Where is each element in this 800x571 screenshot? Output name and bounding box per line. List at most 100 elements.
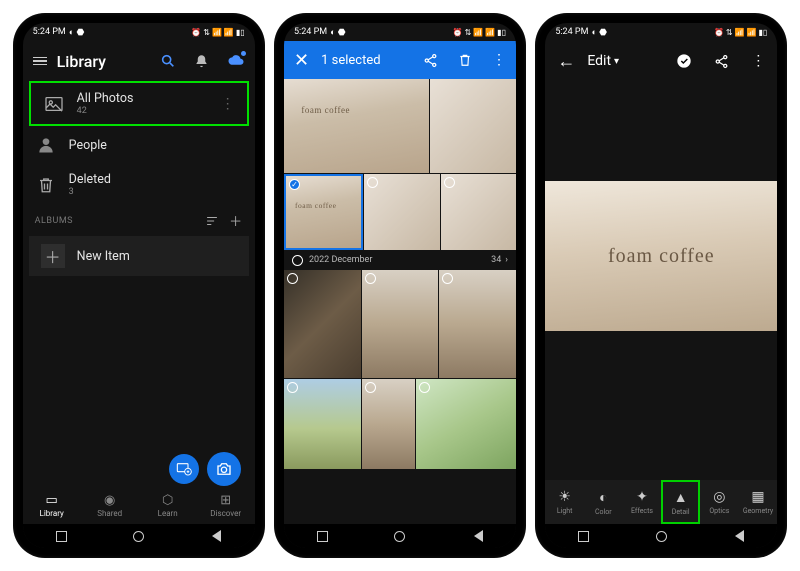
new-item-row[interactable]: ＋ New Item [29, 236, 249, 276]
select-circle[interactable] [444, 177, 455, 188]
select-circle[interactable] [287, 382, 298, 393]
photo-thumb-selected[interactable]: ✓ foam coffee [284, 174, 363, 250]
new-item-label: New Item [77, 249, 237, 264]
photo-thumb[interactable] [416, 379, 516, 469]
photo-thumb[interactable] [362, 379, 416, 469]
albums-header-label: ALBUMS [35, 216, 73, 226]
photo-thumb[interactable] [362, 270, 439, 378]
status-icons: ⏰ ⇅ 📶 📶 ▮▯ [453, 28, 506, 37]
edit-header: ← Edit▾ ⋮ [545, 41, 777, 81]
phone-selection: 5:24 PM ◐ ⬣ ⏰ ⇅ 📶 📶 ▮▯ ✕ 1 selected ⋮ fo… [274, 13, 526, 558]
status-icons: ⏰ ⇅ 📶 📶 ▮▯ [714, 28, 767, 37]
status-bar: 5:24 PM ◐ ⬣ ⏰ ⇅ 📶 📶 ▮▯ [284, 23, 516, 41]
photo-sign-text: foam coffee [295, 201, 336, 210]
home-key[interactable] [133, 531, 144, 542]
recents-key[interactable] [56, 531, 67, 542]
status-icons: ⏰ ⇅ 📶 📶 ▮▯ [191, 28, 244, 37]
library-header: Library [23, 41, 255, 81]
tab-geometry[interactable]: ▦Geometry [739, 480, 778, 524]
select-circle[interactable] [442, 273, 453, 284]
more-icon[interactable]: ⋮ [221, 96, 235, 112]
deleted-label: Deleted [69, 172, 243, 187]
chevron-down-icon: ▾ [614, 56, 619, 67]
overflow-icon[interactable]: ⋮ [751, 53, 765, 69]
photo-thumb[interactable] [284, 270, 361, 378]
tab-optics[interactable]: ◎Optics [700, 480, 739, 524]
import-fab[interactable] [169, 454, 199, 484]
tab-discover[interactable]: ⊞Discover [197, 486, 255, 524]
home-key[interactable] [656, 531, 667, 542]
select-all-circle[interactable] [292, 255, 303, 266]
photos-icon [43, 93, 65, 115]
photo-thumb[interactable] [430, 79, 516, 173]
bottom-nav: ▭Library ◉Shared ⬡Learn ⊞Discover [23, 486, 255, 524]
albums-header: ALBUMS ＋ [23, 205, 255, 236]
fab-row [169, 452, 241, 486]
tab-shared[interactable]: ◉Shared [81, 486, 139, 524]
edit-image[interactable]: foam coffee [545, 181, 777, 331]
close-icon[interactable]: ✕ [294, 50, 309, 71]
plus-icon: ＋ [41, 244, 65, 268]
selection-header: ✕ 1 selected ⋮ [284, 41, 516, 79]
selected-check-icon: ✓ [289, 179, 300, 190]
select-circle[interactable] [365, 273, 376, 284]
tab-color[interactable]: ◐Color [584, 480, 623, 524]
status-time: 5:24 PM [294, 27, 327, 37]
select-circle[interactable] [365, 382, 376, 393]
photo-grid: foam coffee ✓ foam coffee 2022 December … [284, 79, 516, 548]
back-icon[interactable]: ← [557, 51, 575, 72]
deleted-count: 3 [69, 187, 243, 197]
photo-thumb[interactable] [364, 174, 439, 250]
chevron-right-icon: › [505, 255, 508, 265]
tab-effects[interactable]: ✦Effects [623, 480, 662, 524]
cloud-sync-icon[interactable] [227, 52, 245, 70]
edit-tabs: ☀Light ◐Color ✦Effects ▲Detail ◎Optics ▦… [545, 480, 777, 524]
tab-library[interactable]: ▭Library [23, 486, 81, 524]
people-row[interactable]: People [23, 126, 255, 164]
confirm-icon[interactable] [676, 53, 692, 69]
tab-light[interactable]: ☀Light [545, 480, 584, 524]
all-photos-row[interactable]: All Photos 42 ⋮ [29, 81, 249, 126]
back-key[interactable] [472, 530, 483, 542]
delete-icon[interactable] [458, 52, 472, 68]
tab-learn[interactable]: ⬡Learn [139, 486, 197, 524]
menu-icon[interactable] [33, 57, 47, 66]
search-icon[interactable] [159, 52, 177, 70]
edit-title[interactable]: Edit▾ [587, 53, 654, 69]
date-count: 34 [491, 255, 501, 265]
image-sign-text: foam coffee [608, 245, 715, 268]
status-time: 5:24 PM [555, 27, 588, 37]
page-title: Library [57, 52, 143, 71]
status-time: 5:24 PM [33, 27, 66, 37]
soft-keys [545, 524, 777, 548]
share-icon[interactable] [714, 54, 729, 69]
people-label: People [69, 138, 243, 153]
bell-icon[interactable] [193, 52, 211, 70]
back-key[interactable] [733, 530, 744, 542]
status-bar: 5:24 PM ◐ ⬣ ⏰ ⇅ 📶 📶 ▮▯ [23, 23, 255, 41]
tab-detail[interactable]: ▲Detail [661, 480, 700, 524]
phone-library: 5:24 PM ◐ ⬣ ⏰ ⇅ 📶 📶 ▮▯ Library All Photo… [13, 13, 265, 558]
recents-key[interactable] [317, 531, 328, 542]
deleted-row[interactable]: Deleted 3 [23, 164, 255, 205]
photo-thumb[interactable] [441, 174, 516, 250]
trash-icon [35, 174, 57, 196]
overflow-icon[interactable]: ⋮ [492, 52, 506, 68]
add-icon[interactable]: ＋ [229, 211, 243, 230]
date-label: 2022 December [309, 255, 372, 265]
camera-fab[interactable] [207, 452, 241, 486]
photo-thumb[interactable]: foam coffee [284, 79, 429, 173]
date-header[interactable]: 2022 December 34 › [284, 250, 516, 270]
people-icon [35, 134, 57, 156]
photo-thumb[interactable] [439, 270, 516, 378]
select-circle[interactable] [419, 382, 430, 393]
all-photos-count: 42 [77, 106, 209, 116]
select-circle[interactable] [367, 177, 378, 188]
share-icon[interactable] [423, 53, 438, 68]
select-circle[interactable] [287, 273, 298, 284]
photo-thumb[interactable] [284, 379, 361, 469]
sort-icon[interactable] [205, 215, 219, 227]
back-key[interactable] [210, 530, 221, 542]
recents-key[interactable] [578, 531, 589, 542]
home-key[interactable] [394, 531, 405, 542]
